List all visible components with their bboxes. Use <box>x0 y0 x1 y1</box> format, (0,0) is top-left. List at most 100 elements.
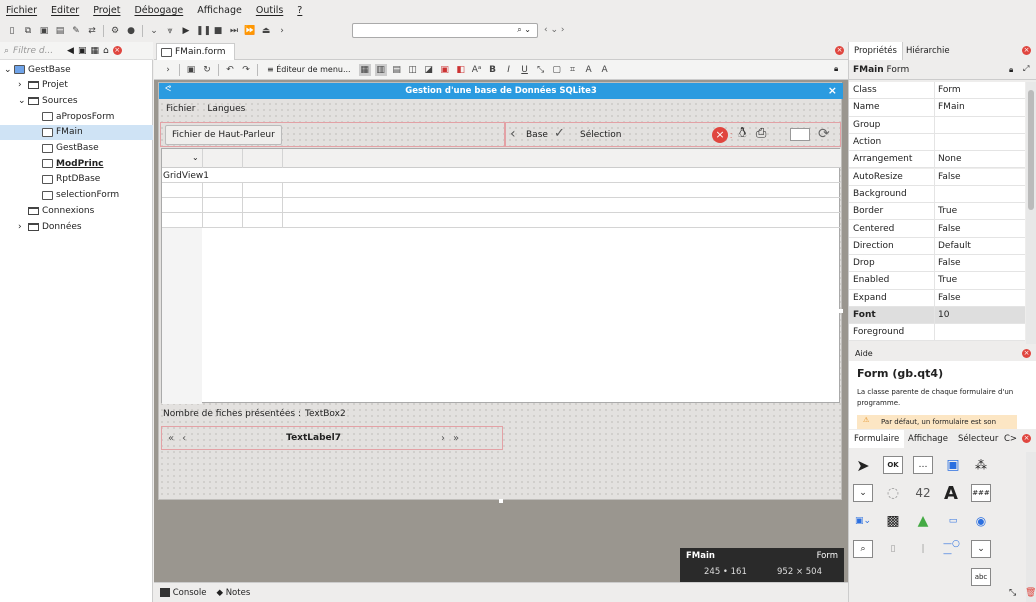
form-fmain[interactable]: ᕙ Gestion d'une base de Données SQLite3 … <box>158 82 843 503</box>
compile-all-icon[interactable]: ⩔ <box>164 25 176 37</box>
progress-tool-icon[interactable]: ▭ <box>943 512 963 530</box>
gridview1[interactable]: ⌄ GridView1 <box>161 148 841 404</box>
reload-icon[interactable]: ↻ <box>201 64 213 76</box>
first-record-icon[interactable]: « <box>168 433 174 444</box>
property-row[interactable]: Drop False <box>849 255 1025 273</box>
tree-item[interactable]: Connexions <box>0 203 153 218</box>
close-tab-icon[interactable]: × <box>835 46 844 55</box>
tab-fmain-form[interactable]: FMain.form <box>156 43 235 60</box>
trash-icon[interactable]: 🗑︎ <box>1025 588 1036 598</box>
next-record-icon[interactable]: › <box>441 433 445 444</box>
forward-icon[interactable]: ⏩ <box>244 25 256 37</box>
property-value[interactable]: Form <box>935 82 1025 98</box>
property-row[interactable]: Group <box>849 116 1025 134</box>
form-menu-langues[interactable]: Langues <box>207 104 245 114</box>
delete-icon[interactable]: × <box>712 127 728 143</box>
build-icon[interactable]: ⌄ <box>148 25 160 37</box>
tab-more[interactable]: C> <box>999 430 1022 448</box>
print-icon[interactable]: ⎙ <box>756 126 766 141</box>
raise-icon[interactable]: ◧ <box>455 64 467 76</box>
layout-icon[interactable]: ▥ <box>374 63 387 76</box>
settings-icon[interactable]: ⚙ <box>109 25 121 37</box>
scrollbar-tool-icon[interactable]: ▯ <box>883 540 903 558</box>
property-value[interactable]: FMain <box>935 99 1025 115</box>
run-icon[interactable]: ▶ <box>180 25 192 37</box>
resize-icon[interactable]: ⤡ <box>535 64 547 76</box>
nav-arrows-icon[interactable]: ‹ ⌄ › <box>544 25 564 35</box>
close-panel-icon[interactable]: × <box>1022 46 1031 55</box>
screen-icon[interactable] <box>790 128 810 141</box>
radio-tool-icon[interactable]: ◉ <box>971 512 991 530</box>
property-value[interactable] <box>935 324 1025 340</box>
column-sort-icon[interactable]: ⌄ <box>192 153 199 162</box>
text-a2-icon[interactable]: A <box>599 64 611 76</box>
tree-item[interactable]: › Projet <box>0 78 153 93</box>
redo-icon[interactable]: ↷ <box>240 64 252 76</box>
textarea-tool-icon[interactable]: abc <box>971 568 991 586</box>
base-label[interactable]: Base <box>526 130 548 140</box>
prev-record-icon[interactable]: ‹ <box>182 433 186 444</box>
search-combo[interactable]: ⌕ ⌄ <box>352 23 538 38</box>
menu-projet[interactable]: Projet <box>93 5 120 16</box>
last-record-icon[interactable]: » <box>453 433 459 444</box>
new-file-icon[interactable]: ▯ <box>6 25 18 37</box>
resize-handle[interactable] <box>839 309 843 313</box>
chevron-down-icon[interactable]: ⌄ <box>18 96 28 106</box>
property-row[interactable]: Class Form <box>849 82 1025 100</box>
frame-icon[interactable]: ▢ <box>551 64 563 76</box>
chevron-right-icon[interactable]: › <box>18 80 28 90</box>
back-icon[interactable]: ◀ <box>67 46 74 56</box>
tree-item[interactable]: › Données <box>0 219 153 234</box>
lock-icon[interactable]: 🔒︎ <box>834 64 838 74</box>
compare-icon[interactable]: ⇄ <box>86 25 98 37</box>
status-textbox[interactable]: TextBox2 <box>305 409 346 419</box>
tab-hierarchie[interactable]: Hiérarchie <box>901 42 955 60</box>
property-row[interactable]: Background <box>849 185 1025 204</box>
property-value[interactable]: True <box>935 203 1025 219</box>
bold-icon[interactable]: B <box>487 64 499 76</box>
lock-icon[interactable]: 🔒︎ <box>1009 65 1013 75</box>
expand-icon[interactable]: ⤢ <box>1023 64 1029 74</box>
close-icon[interactable]: × <box>112 46 122 55</box>
property-value[interactable]: Default <box>935 238 1025 254</box>
button-tool-icon[interactable]: OK <box>883 456 903 474</box>
search-tool-icon[interactable]: ⌕ <box>853 540 873 558</box>
property-row[interactable]: Action <box>849 133 1025 152</box>
arrow-right-icon[interactable]: › <box>276 25 288 37</box>
property-value[interactable] <box>935 186 1025 202</box>
property-row[interactable]: Font 10 <box>849 306 1025 325</box>
property-value[interactable]: None <box>935 151 1025 167</box>
tree-item[interactable]: GestBase <box>0 141 153 156</box>
menubutton-tool-icon[interactable]: ▣⌄ <box>853 512 873 530</box>
debug-icon[interactable]: ● <box>125 25 137 37</box>
lock-form-icon[interactable]: ▣ <box>439 64 451 76</box>
home-icon[interactable]: ⌂ <box>103 46 109 56</box>
tree-item[interactable]: ModPrinc <box>0 156 153 171</box>
fullscreen-icon[interactable]: ⤡ <box>1009 588 1016 598</box>
tab-affichage[interactable]: Affichage <box>903 430 953 448</box>
menu-affichage[interactable]: Affichage <box>197 5 242 16</box>
textbox-tool-icon[interactable]: … <box>913 456 933 474</box>
maskbox-tool-icon[interactable]: ### <box>971 484 991 502</box>
menu-editer[interactable]: Editer <box>51 5 79 16</box>
property-value[interactable]: False <box>935 255 1025 271</box>
tree-item[interactable]: ⌄ GestBase <box>0 62 153 77</box>
chevron-down-icon[interactable]: ⌄ <box>4 65 14 75</box>
check-icon[interactable]: ✓ <box>554 126 565 141</box>
step-icon[interactable]: ⏭ <box>228 25 240 37</box>
edit-icon[interactable]: ✎ <box>70 25 82 37</box>
close-help-icon[interactable]: × <box>1022 349 1031 358</box>
spinner-tool-icon[interactable]: ◌ <box>883 484 903 502</box>
property-scrollbar[interactable] <box>1026 82 1036 344</box>
bring-front-icon[interactable]: ◫ <box>407 64 419 76</box>
pause-icon[interactable]: ❚❚ <box>196 25 211 37</box>
colorbox-tool-icon[interactable]: ⁂ <box>971 456 991 474</box>
stop-icon[interactable]: ■ <box>212 25 224 37</box>
tab-proprietes[interactable]: Propriétés <box>849 42 903 60</box>
notes-button[interactable]: ◆ Notes <box>216 588 250 598</box>
property-value[interactable]: True <box>935 272 1025 288</box>
tree-item[interactable]: ⌄ Sources <box>0 93 153 108</box>
text-a-icon[interactable]: A <box>583 64 595 76</box>
checkbox-tool-icon[interactable]: ▣ <box>943 456 963 474</box>
property-value[interactable]: False <box>935 169 1025 185</box>
